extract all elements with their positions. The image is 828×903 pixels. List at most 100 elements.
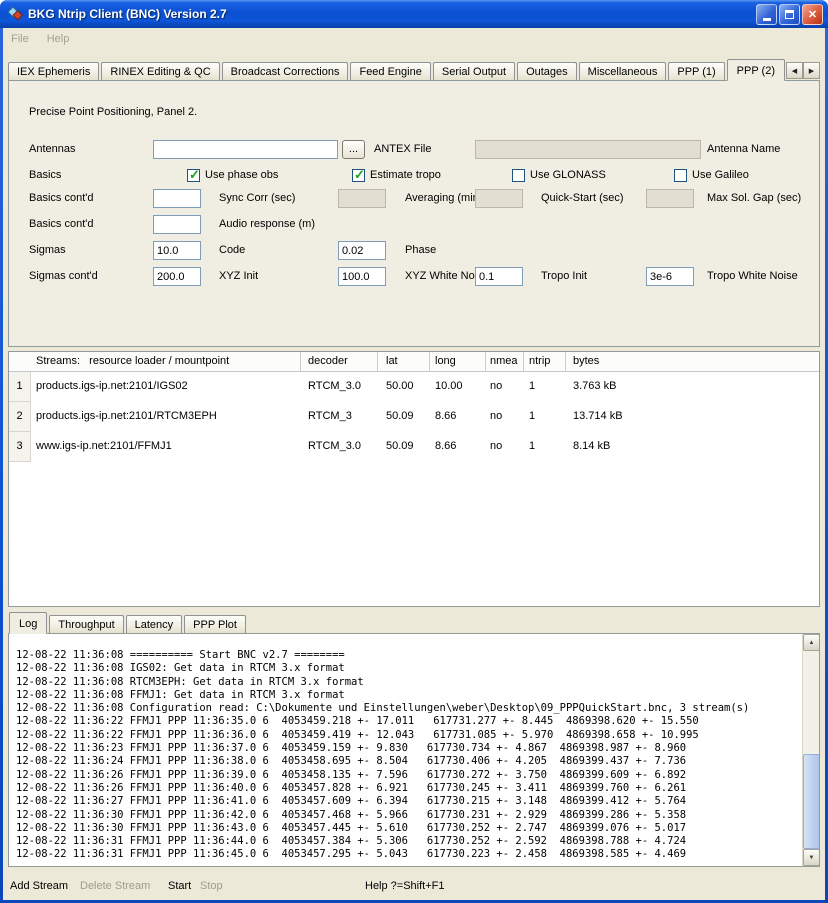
tab-scroll-left-button[interactable]: ◀ — [786, 62, 803, 79]
stop-button: Stop — [200, 880, 223, 893]
sigma-code-label: Code — [219, 241, 245, 260]
xyz-init-label: XYZ Init — [219, 267, 258, 286]
sigmas-label: Sigmas — [29, 241, 66, 260]
delete-stream-button: Delete Stream — [80, 880, 150, 893]
estimate-tropo-checkbox[interactable]: Estimate tropo — [352, 168, 441, 182]
tab-serial-output[interactable]: Serial Output — [433, 62, 515, 80]
log-line: 12-08-22 11:36:30 FFMJ1 PPP 11:36:43.0 6… — [16, 822, 801, 835]
tab-log[interactable]: Log — [9, 612, 47, 634]
cell-bytes: 3.763 kB — [566, 372, 819, 402]
checked-checkbox-icon — [352, 169, 365, 182]
log-line: 12-08-22 11:36:26 FFMJ1 PPP 11:36:39.0 6… — [16, 769, 801, 782]
header-nmea: nmea — [486, 352, 524, 371]
row-number: 1 — [9, 372, 31, 402]
menu-help[interactable]: Help — [47, 33, 70, 45]
antennas-input[interactable] — [153, 140, 338, 159]
streams-table: Streams: resource loader / mountpoint de… — [8, 351, 820, 607]
tab-ppp-plot[interactable]: PPP Plot — [184, 615, 246, 633]
sync-corr-input[interactable] — [153, 189, 201, 208]
tab-latency[interactable]: Latency — [126, 615, 183, 633]
row-number: 2 — [9, 402, 31, 432]
antex-browse-button[interactable]: ... — [342, 140, 365, 159]
tab-miscellaneous[interactable]: Miscellaneous — [579, 62, 667, 80]
ppp2-panel: Precise Point Positioning, Panel 2. Ante… — [8, 80, 820, 347]
row-number: 3 — [9, 432, 31, 462]
log-scrollbar[interactable]: ▲ ▼ — [802, 634, 819, 866]
unchecked-checkbox-icon — [512, 169, 525, 182]
table-row[interactable]: 3 www.igs-ip.net:2101/FFMJ1 RTCM_3.0 50.… — [9, 432, 819, 462]
tab-feed-engine[interactable]: Feed Engine — [350, 62, 430, 80]
tab-scrollers: ◀ ▶ — [786, 62, 820, 79]
cell-mountpoint: products.igs-ip.net:2101/RTCM3EPH — [31, 402, 301, 432]
xyz-white-noise-input[interactable] — [338, 267, 386, 286]
cell-ntrip: 1 — [524, 372, 566, 402]
maximize-button[interactable] — [779, 4, 800, 25]
log-line: 12-08-22 11:36:22 FFMJ1 PPP 11:36:35.0 6… — [16, 715, 801, 728]
scrollbar-thumb[interactable] — [803, 754, 820, 849]
minimize-button[interactable] — [756, 4, 777, 25]
sync-corr-label: Sync Corr (sec) — [219, 189, 295, 208]
table-row[interactable]: 1 products.igs-ip.net:2101/IGS02 RTCM_3.… — [9, 372, 819, 402]
sigmas-contd-label: Sigmas cont'd — [29, 267, 98, 286]
tab-broadcast-corrections[interactable]: Broadcast Corrections — [222, 62, 349, 80]
cell-ntrip: 1 — [524, 432, 566, 462]
log-line: 12-08-22 11:36:08 ========== Start BNC v… — [16, 649, 801, 662]
tropo-init-input[interactable] — [475, 267, 523, 286]
help-shortcut-label: Help ?=Shift+F1 — [365, 880, 445, 893]
bottom-tab-bar: Log Throughput Latency PPP Plot — [3, 613, 825, 633]
log-line: 12-08-22 11:36:24 FFMJ1 PPP 11:36:38.0 6… — [16, 755, 801, 768]
use-galileo-label: Use Galileo — [692, 169, 749, 181]
quick-start-label: Quick-Start (sec) — [541, 189, 624, 208]
tab-throughput[interactable]: Throughput — [49, 615, 123, 633]
tab-ppp-2[interactable]: PPP (2) — [727, 59, 785, 81]
header-decoder: decoder — [301, 352, 378, 371]
title-bar[interactable]: BKG Ntrip Client (BNC) Version 2.7 ✕ — [0, 0, 828, 28]
tropo-white-noise-input[interactable] — [646, 267, 694, 286]
right-arrow-icon: ▶ — [809, 67, 814, 75]
tropo-white-noise-label: Tropo White Noise — [707, 267, 798, 286]
menu-file[interactable]: File — [11, 33, 29, 45]
cell-nmea: no — [486, 402, 524, 432]
tab-iex-ephemeris[interactable]: IEX Ephemeris — [8, 62, 99, 80]
use-phase-obs-checkbox[interactable]: Use phase obs — [187, 168, 278, 182]
scroll-down-button[interactable]: ▼ — [803, 849, 820, 866]
basics-label: Basics — [29, 166, 61, 185]
xyz-init-input[interactable] — [153, 267, 201, 286]
tab-outages[interactable]: Outages — [517, 62, 577, 80]
cell-bytes: 8.14 kB — [566, 432, 819, 462]
unchecked-checkbox-icon — [674, 169, 687, 182]
scroll-up-button[interactable]: ▲ — [803, 634, 820, 651]
sigma-phase-input[interactable] — [338, 241, 386, 260]
close-button[interactable]: ✕ — [802, 4, 823, 25]
header-bytes: bytes — [566, 352, 819, 371]
tab-rinex-editing-qc[interactable]: RINEX Editing & QC — [101, 62, 219, 80]
cell-decoder: RTCM_3.0 — [301, 432, 378, 462]
add-stream-button[interactable]: Add Stream — [10, 880, 68, 893]
basics-contd-label: Basics cont'd — [29, 189, 93, 208]
start-button[interactable]: Start — [168, 880, 191, 893]
sigma-code-input[interactable] — [153, 241, 201, 260]
log-line: 12-08-22 11:36:08 FFMJ1: Get data in RTC… — [16, 689, 801, 702]
audio-response-input[interactable] — [153, 215, 201, 234]
status-bar: Add Stream Delete Stream Start Stop Help… — [3, 867, 825, 900]
use-glonass-checkbox[interactable]: Use GLONASS — [512, 168, 606, 182]
streams-table-header: Streams: resource loader / mountpoint de… — [9, 352, 819, 372]
antennas-label: Antennas — [29, 140, 75, 159]
use-galileo-checkbox[interactable]: Use Galileo — [674, 168, 749, 182]
table-row[interactable]: 2 products.igs-ip.net:2101/RTCM3EPH RTCM… — [9, 402, 819, 432]
cell-lat: 50.09 — [378, 402, 430, 432]
cell-mountpoint: www.igs-ip.net:2101/FFMJ1 — [31, 432, 301, 462]
tab-scroll-right-button[interactable]: ▶ — [803, 62, 820, 79]
cell-decoder: RTCM_3.0 — [301, 372, 378, 402]
cell-long: 8.66 — [430, 402, 486, 432]
averaging-input — [338, 189, 386, 208]
window-title: BKG Ntrip Client (BNC) Version 2.7 — [28, 7, 227, 21]
cell-nmea: no — [486, 372, 524, 402]
antenna-name-label: Antenna Name — [707, 140, 780, 159]
cell-lat: 50.00 — [378, 372, 430, 402]
averaging-label: Averaging (min) — [405, 189, 482, 208]
app-icon — [7, 6, 23, 22]
tab-ppp-1[interactable]: PPP (1) — [668, 62, 724, 80]
cell-long: 8.66 — [430, 432, 486, 462]
log-output: 12-08-22 11:36:08 ========== Start BNC v… — [9, 634, 801, 866]
